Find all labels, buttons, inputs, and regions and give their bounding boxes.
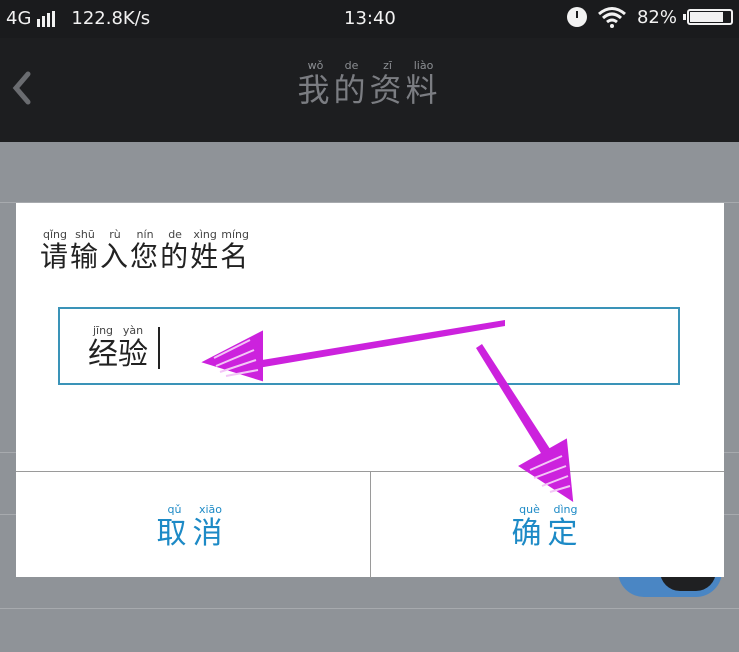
signal-icon — [37, 10, 56, 27]
cancel-char: 取qǔ — [156, 503, 193, 551]
nav-bar: 我wǒ的de资zī料liào — [0, 38, 739, 142]
status-time: 13:40 — [344, 8, 396, 29]
status-left: 4G 122.8K/s — [6, 8, 150, 29]
input-char: 验yàn — [118, 324, 148, 372]
input-char: 经jīng — [88, 324, 118, 372]
name-input-value: 经jīng验yàn — [88, 324, 148, 373]
title-char: 的de — [333, 59, 370, 109]
page-title-text: 我wǒ的de资zī料liào — [297, 59, 442, 109]
confirm-button[interactable]: 确què定dìng — [370, 472, 724, 578]
battery-percent: 82% — [636, 6, 677, 28]
dialog-title: 请qǐng输shū入rù您nín的de姓xìng名míng — [40, 228, 251, 275]
page-title: 我wǒ的de资zī料liào — [0, 59, 739, 111]
battery-icon — [683, 9, 733, 25]
prompt-char: 输shū — [70, 228, 101, 273]
name-input[interactable]: 经jīng验yàn — [58, 307, 680, 385]
prompt-char: 的de — [160, 228, 191, 273]
network-speed: 122.8K/s — [71, 8, 151, 29]
title-char: 料liào — [405, 59, 442, 109]
title-char: 我wǒ — [297, 59, 334, 109]
dialog-title-text: 请qǐng输shū入rù您nín的de姓xìng名míng — [40, 228, 251, 273]
prompt-char: 入rù — [100, 228, 131, 273]
cancel-char: 消xiāo — [192, 503, 229, 551]
status-bar: 4G 122.8K/s 13:40 82% — [0, 0, 739, 38]
prompt-char: 姓xìng — [190, 228, 221, 273]
text-caret — [158, 327, 160, 369]
list-item — [0, 142, 739, 203]
status-right: 82% — [566, 6, 733, 28]
name-input-dialog: 请qǐng输shū入rù您nín的de姓xìng名míng 经jīng验yàn … — [16, 203, 724, 578]
cancel-button[interactable]: 取qǔ消xiāo — [16, 472, 369, 578]
prompt-char: 请qǐng — [40, 228, 71, 273]
prompt-char: 您nín — [130, 228, 161, 273]
confirm-char: 定dìng — [547, 503, 584, 551]
network-type: 4G — [6, 8, 32, 29]
wifi-icon — [598, 7, 626, 28]
title-char: 资zī — [369, 59, 406, 109]
alarm-icon — [566, 7, 587, 27]
cancel-button-label: 取qǔ消xiāo — [16, 503, 369, 552]
confirm-button-label: 确què定dìng — [371, 503, 724, 552]
dialog-buttons: 取qǔ消xiāo 确què定dìng — [16, 471, 724, 578]
confirm-char: 确què — [511, 503, 548, 551]
prompt-char: 名míng — [220, 228, 251, 273]
